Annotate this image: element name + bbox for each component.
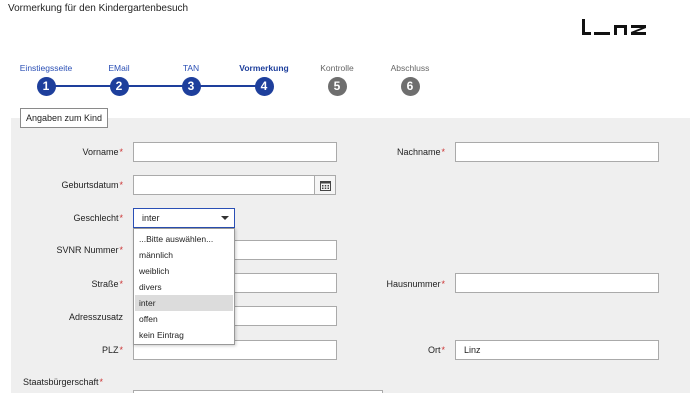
hausnummer-input[interactable]: [455, 273, 659, 293]
geburtsdatum-input[interactable]: [133, 175, 315, 195]
adresszusatz-label: Adresszusatz: [68, 312, 123, 322]
nachname-input[interactable]: [455, 142, 659, 162]
step-label: Kontrolle: [320, 63, 354, 73]
strasse-label: Straße*: [91, 279, 123, 289]
linz-logo: [580, 16, 656, 40]
step-number: 4: [254, 77, 274, 96]
calendar-button[interactable]: [314, 175, 336, 195]
svnr-label: SVNR Nummer*: [56, 245, 123, 255]
step-einstiegsseite[interactable]: Einstiegsseite 1: [6, 62, 86, 96]
step-kontrolle: Kontrolle 5: [297, 62, 377, 96]
nachname-label: Nachname*: [396, 147, 445, 157]
step-number: 2: [109, 77, 129, 96]
option-kein-eintrag[interactable]: kein Eintrag: [135, 327, 233, 343]
ort-label: Ort*: [427, 345, 445, 355]
ort-input[interactable]: Linz: [455, 340, 659, 360]
step-tan[interactable]: TAN 3: [151, 62, 231, 96]
step-email[interactable]: EMail 2: [79, 62, 159, 96]
step-abschluss: Abschluss 6: [370, 62, 450, 96]
geburtsdatum-label: Geburtsdatum*: [61, 180, 123, 190]
tab-angaben-zum-kind[interactable]: Angaben zum Kind: [20, 108, 109, 128]
geschlecht-selected-value: inter: [142, 213, 160, 223]
step-number: 5: [327, 77, 347, 96]
step-vormerkung[interactable]: Vormerkung 4: [224, 62, 304, 96]
geschlecht-select[interactable]: inter: [133, 208, 235, 228]
linz-logo-mark: [582, 19, 646, 35]
step-label: TAN: [182, 63, 200, 73]
staatsbuergerschaft-label: Staatsbürgerschaft*: [23, 377, 104, 387]
geschlecht-label: Geschlecht*: [73, 213, 123, 223]
option-maennlich[interactable]: männlich: [135, 247, 233, 263]
step-label: Einstiegsseite: [19, 63, 73, 73]
calendar-icon: [320, 181, 331, 191]
step-number: 6: [400, 77, 420, 96]
option-bitte-auswaehlen[interactable]: ...Bitte auswählen...: [135, 231, 233, 247]
page-title: Vormerkung für den Kindergartenbesuch: [8, 3, 189, 14]
option-weiblich[interactable]: weiblich: [135, 263, 233, 279]
option-divers[interactable]: divers: [135, 279, 233, 295]
vorname-label: Vorname*: [82, 147, 123, 157]
step-label: Abschluss: [390, 63, 430, 73]
progress-stepper: Einstiegsseite 1 EMail 2 TAN 3 Vormerkun…: [0, 62, 700, 102]
hausnummer-label: Hausnummer*: [386, 279, 445, 289]
vorname-input[interactable]: [133, 142, 337, 162]
chevron-down-icon: [221, 216, 229, 220]
step-number: 1: [36, 77, 56, 96]
geschlecht-dropdown-list: ...Bitte auswählen... männlich weiblich …: [133, 228, 235, 345]
option-inter[interactable]: inter: [135, 295, 233, 311]
plz-label: PLZ*: [101, 345, 123, 355]
step-label: Vormerkung: [239, 63, 289, 73]
step-label: EMail: [108, 63, 130, 73]
option-offen[interactable]: offen: [135, 311, 233, 327]
step-number: 3: [181, 77, 201, 96]
